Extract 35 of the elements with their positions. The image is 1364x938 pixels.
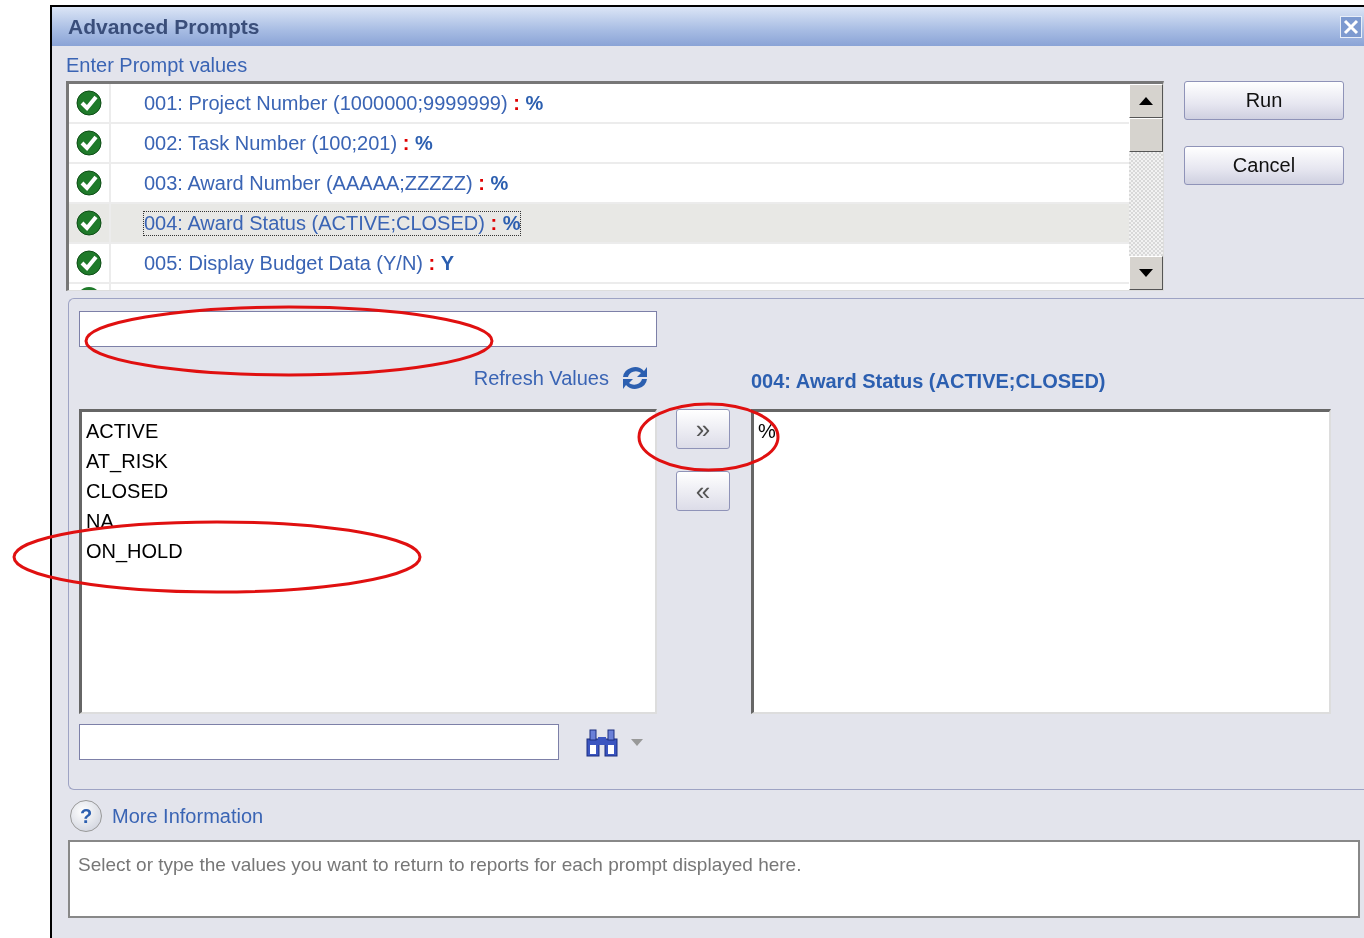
list-item[interactable]: ACTIVE — [86, 416, 651, 446]
dialog-button[interactable]: Cancel — [1184, 146, 1344, 185]
list-item[interactable]: NA — [86, 506, 651, 536]
prompt-row[interactable]: 005: Display Budget Data (Y/N) : Y — [69, 244, 1129, 284]
scrollbar-thumb[interactable] — [1129, 118, 1163, 152]
prompt-row[interactable]: 002: Task Number (100;201) : % — [69, 124, 1129, 164]
list-item[interactable]: ON_HOLD — [86, 536, 651, 566]
prompt-row[interactable]: 004: Award Status (ACTIVE;CLOSED) : % — [69, 204, 1129, 244]
prompt-label: 004: Award Status (ACTIVE;CLOSED) : % — [143, 210, 522, 236]
search-field[interactable] — [79, 724, 559, 760]
down-arrow-icon[interactable] — [1139, 269, 1153, 277]
window-title: Advanced Prompts — [68, 14, 260, 39]
section-label: Enter Prompt values — [66, 54, 249, 77]
move-button[interactable]: » — [676, 409, 730, 449]
filter-field[interactable] — [79, 311, 657, 347]
list-item[interactable]: % — [758, 416, 1325, 446]
dialog-button[interactable]: Run — [1184, 81, 1344, 120]
help-icon[interactable]: ? — [70, 800, 102, 832]
prompt-label: 001: Project Number (1000000;9999999) : % — [143, 90, 545, 116]
list-item[interactable]: AT_RISK — [86, 446, 651, 476]
prompt-row[interactable]: 003: Award Number (AAAAA;ZZZZZ) : % — [69, 164, 1129, 204]
description-text: Select or type the values you want to return to reports for each prompt displayed here. — [78, 854, 802, 875]
prompt-label: 003: Award Number (AAAAA;ZZZZZ) : % — [143, 170, 510, 196]
up-arrow-icon[interactable] — [1139, 97, 1153, 105]
prompt-label: 005: Display Budget Data (Y/N) : Y — [143, 250, 456, 276]
binoculars-icon[interactable] — [585, 727, 619, 757]
list-item[interactable]: CLOSED — [86, 476, 651, 506]
prompt-row[interactable]: 001: Project Number (1000000;9999999) : % — [69, 84, 1129, 124]
prompt-title: 004: Award Status (ACTIVE;CLOSED) — [751, 368, 1107, 393]
scrollbar[interactable] — [1129, 84, 1163, 290]
refresh-link[interactable]: Refresh Values — [473, 366, 609, 390]
more-information-link[interactable]: More Information — [112, 804, 264, 828]
close-icon[interactable] — [1340, 15, 1362, 38]
move-button[interactable]: « — [676, 471, 730, 511]
prompt-label: 002: Task Number (100;201) : % — [143, 130, 434, 156]
